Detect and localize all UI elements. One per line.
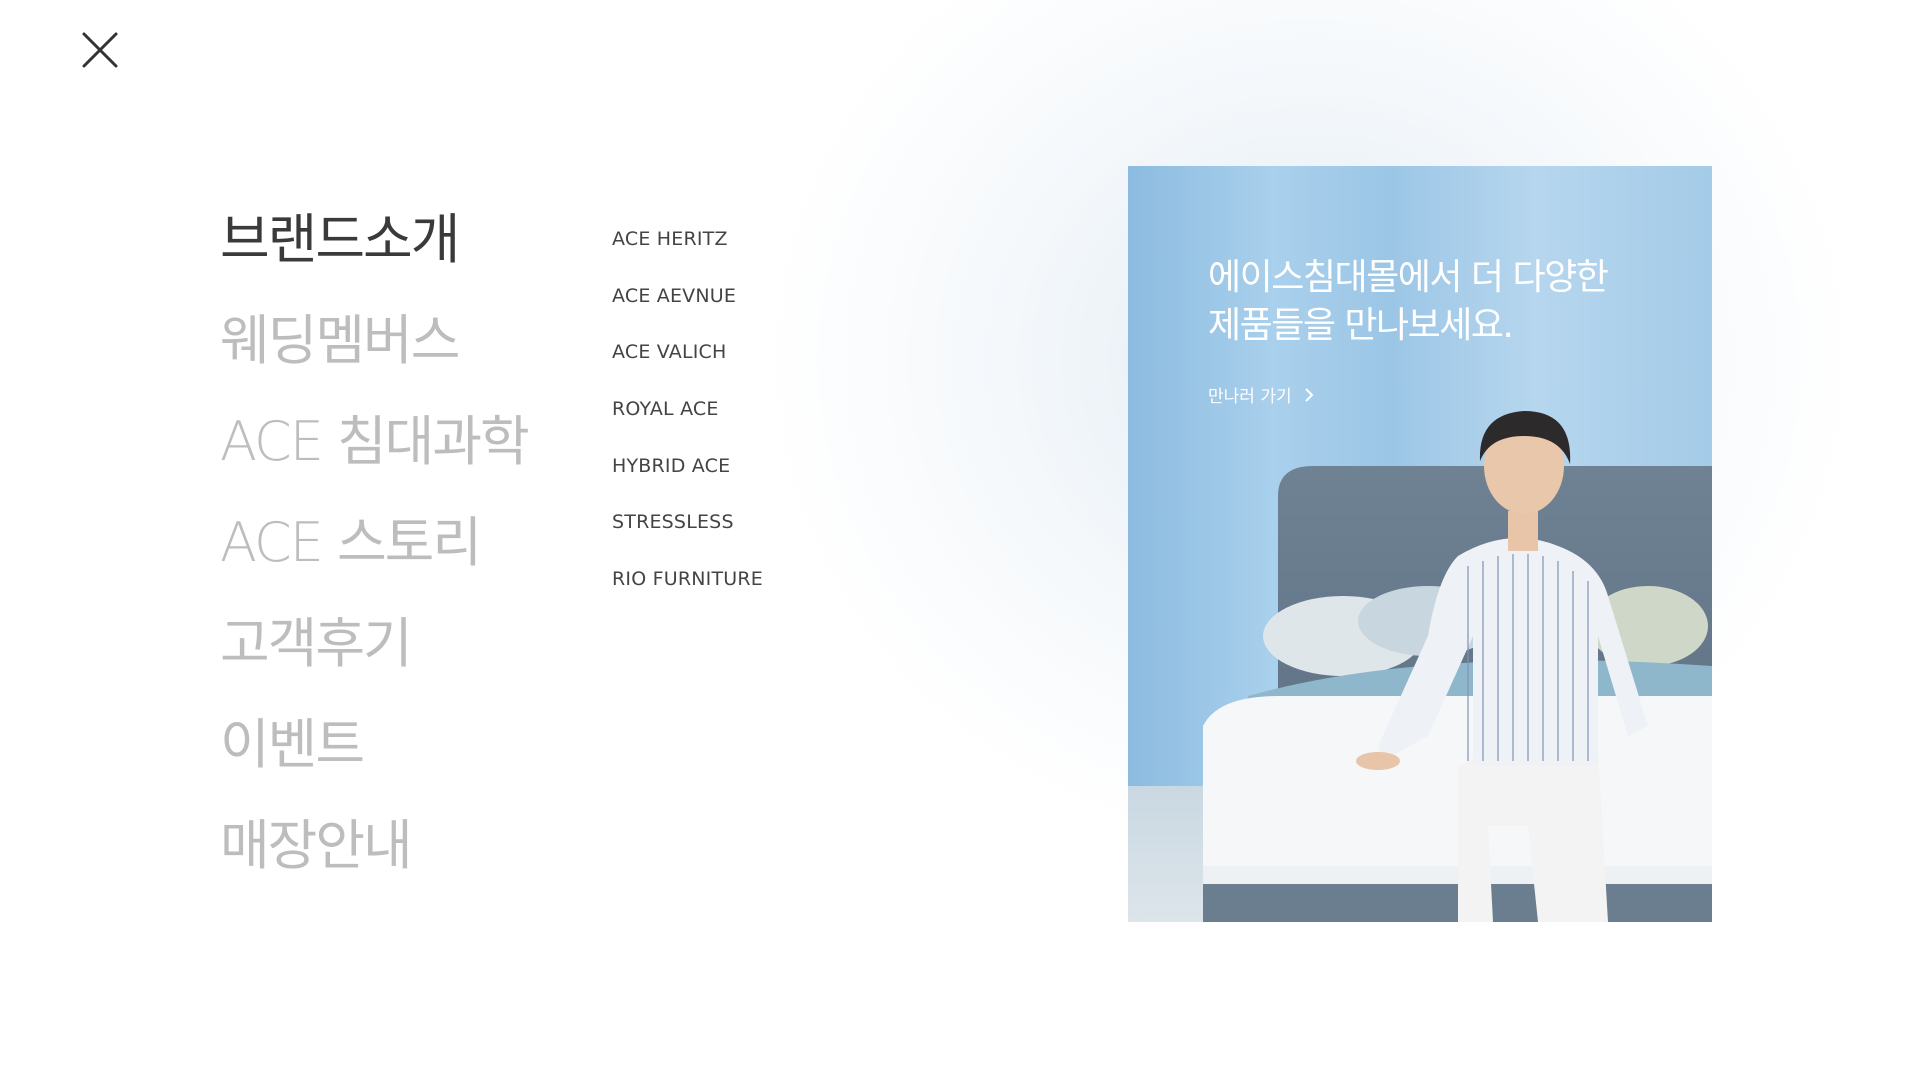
sub-menu-item-stressless[interactable]: STRESSLESS bbox=[612, 505, 763, 562]
main-menu-item-events[interactable]: 이벤트 bbox=[220, 705, 528, 806]
sub-menu-item-ace-valich[interactable]: ACE VALICH bbox=[612, 335, 763, 392]
menu-overlay: 브랜드소개 웨딩멤버스 ACE 침대과학 ACE 스토리 고객후기 이벤트 매장… bbox=[0, 0, 1920, 1080]
promo-link[interactable]: 만나러 가기 bbox=[1208, 382, 1316, 407]
sub-menu-item-ace-heritz[interactable]: ACE HERITZ bbox=[612, 222, 763, 279]
close-button[interactable] bbox=[78, 28, 122, 72]
sub-menu-item-hybrid-ace[interactable]: HYBRID ACE bbox=[612, 449, 763, 506]
main-menu-item-story[interactable]: ACE 스토리 bbox=[220, 503, 528, 604]
chevron-right-icon bbox=[1304, 387, 1314, 402]
main-menu: 브랜드소개 웨딩멤버스 ACE 침대과학 ACE 스토리 고객후기 이벤트 매장… bbox=[220, 200, 530, 907]
brand-sub-menu: ACE HERITZ ACE AEVNUE ACE VALICH ROYAL A… bbox=[612, 222, 763, 619]
main-menu-item-bed-science[interactable]: ACE 침대과학 bbox=[220, 402, 530, 503]
main-menu-item-brand[interactable]: 브랜드소개 bbox=[220, 200, 528, 301]
main-menu-item-stores[interactable]: 매장안내 bbox=[220, 806, 528, 907]
main-menu-item-wedding-members[interactable]: 웨딩멤버스 bbox=[220, 301, 528, 402]
sub-menu-item-ace-aevnue[interactable]: ACE AEVNUE bbox=[612, 279, 763, 336]
close-icon bbox=[82, 32, 118, 68]
main-menu-item-reviews[interactable]: 고객후기 bbox=[220, 604, 528, 705]
promo-title: 에이스침대몰에서 더 다양한 제품들을 만나보세요. bbox=[1208, 254, 1609, 350]
sub-menu-item-royal-ace[interactable]: ROYAL ACE bbox=[612, 392, 763, 449]
promo-link-label: 만나러 가기 bbox=[1208, 387, 1292, 407]
sub-menu-item-rio-furniture[interactable]: RIO FURNITURE bbox=[612, 562, 763, 619]
promo-title-line-1: 에이스침대몰에서 더 다양한 bbox=[1208, 257, 1609, 298]
promo-title-line-2: 제품들을 만나보세요. bbox=[1208, 305, 1514, 346]
promo-banner[interactable]: 에이스침대몰에서 더 다양한 제품들을 만나보세요. 만나러 가기 bbox=[1128, 166, 1712, 922]
